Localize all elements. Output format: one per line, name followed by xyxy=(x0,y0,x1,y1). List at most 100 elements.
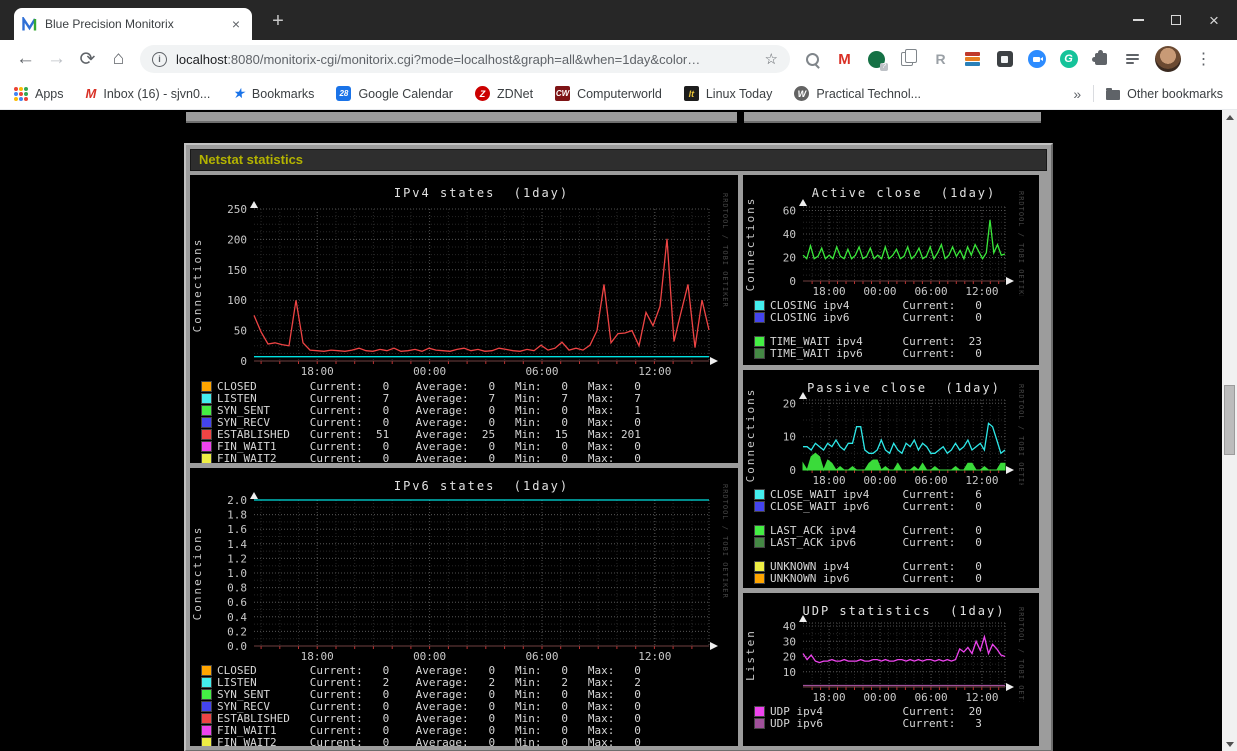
svg-text:1.6: 1.6 xyxy=(227,523,247,536)
svg-text:10: 10 xyxy=(783,666,796,679)
scrollbar-thumb[interactable] xyxy=(1224,385,1235,455)
other-bookmarks-label: Other bookmarks xyxy=(1127,86,1223,101)
legend-text: TIME_WAIT ipv6 Current: 0 xyxy=(770,346,982,360)
browser-menu-icon[interactable]: ⋮ xyxy=(1194,50,1213,69)
bookmark-linux-today[interactable]: lt Linux Today xyxy=(683,86,772,101)
window-maximize-icon[interactable] xyxy=(1165,9,1187,31)
search-extension-icon[interactable] xyxy=(803,50,822,69)
bookmark-google-calendar[interactable]: 28 Google Calendar xyxy=(336,86,453,101)
svg-text:00:00: 00:00 xyxy=(863,691,896,702)
gmail-extension-icon[interactable]: M xyxy=(835,50,854,69)
zoom-extension-icon[interactable] xyxy=(1027,50,1046,69)
svg-text:00:00: 00:00 xyxy=(863,474,896,485)
legend-row: SYN_SENT Current: 0 Average: 0 Min: 0 Ma… xyxy=(201,688,738,701)
svg-text:1.2: 1.2 xyxy=(227,552,247,565)
legend-row: LAST_ACK ipv4 Current: 0 xyxy=(754,524,1039,537)
legend-row: FIN_WAIT2 Current: 0 Average: 0 Min: 0 M… xyxy=(201,736,738,746)
scroll-down-icon[interactable] xyxy=(1222,737,1237,751)
legend-row: TIME_WAIT ipv6 Current: 0 xyxy=(754,346,1039,360)
legend-row: SYN_SENT Current: 0 Average: 0 Min: 0 Ma… xyxy=(201,404,738,417)
other-bookmarks[interactable]: Other bookmarks xyxy=(1106,87,1223,101)
address-bar[interactable]: i localhost:8080/monitorix-cgi/monitorix… xyxy=(140,45,790,73)
bookmark-apps[interactable]: Apps xyxy=(14,86,64,101)
bookmark-label: Computerworld xyxy=(577,86,662,101)
grammarly-extension-icon[interactable]: G xyxy=(1059,50,1078,69)
svg-text:RRDTOOL / TOBI OETIKER: RRDTOOL / TOBI OETIKER xyxy=(721,193,729,308)
tab-title: Blue Precision Monitorix xyxy=(45,17,174,31)
svg-text:200: 200 xyxy=(227,233,247,246)
url-text[interactable]: localhost:8080/monitorix-cgi/monitorix.c… xyxy=(176,52,700,67)
home-icon[interactable]: ⌂ xyxy=(103,45,134,73)
legend-text: CLOSE_WAIT ipv6 Current: 0 xyxy=(770,499,982,513)
vertical-scrollbar[interactable] xyxy=(1222,110,1237,751)
copy-extension-icon[interactable] xyxy=(899,49,918,69)
svg-text:100: 100 xyxy=(227,294,247,307)
bookmark-inbox[interactable]: M Inbox (16) - sjvn0... xyxy=(86,86,211,101)
svg-text:12:00: 12:00 xyxy=(638,365,671,377)
legend-row: UDP ipv4 Current: 20 xyxy=(754,705,1039,718)
legend-swatch xyxy=(201,428,212,440)
legend-gap xyxy=(743,323,1039,335)
section-title: Netstat statistics xyxy=(190,149,1047,171)
svg-text:RRDTOOL / TOBI OETIKER: RRDTOOL / TOBI OETIKER xyxy=(721,484,729,599)
legend-swatch xyxy=(201,712,212,724)
forward-icon[interactable]: → xyxy=(41,45,72,73)
apps-grid-icon xyxy=(14,86,28,101)
previous-table-cell xyxy=(186,112,737,123)
legend-row: FIN_WAIT1 Current: 0 Average: 0 Min: 0 M… xyxy=(201,724,738,737)
playlist-extension-icon[interactable] xyxy=(1123,50,1142,69)
r-extension-icon[interactable]: R xyxy=(931,50,950,69)
svg-text:0.0: 0.0 xyxy=(227,640,247,653)
tab-close-icon[interactable]: × xyxy=(228,16,244,32)
gmail-icon: M xyxy=(85,86,97,101)
svg-text:00:00: 00:00 xyxy=(413,365,446,377)
legend-text: CLOSING ipv6 Current: 0 xyxy=(770,310,982,324)
legend-swatch xyxy=(201,700,212,712)
reload-icon[interactable]: ⟳ xyxy=(72,45,103,73)
svg-text:IPv4 states (1day): IPv4 states (1day) xyxy=(394,186,569,200)
password-extension-icon[interactable] xyxy=(995,50,1014,69)
extensions-puzzle-icon[interactable] xyxy=(1091,50,1110,69)
svg-text:1.8: 1.8 xyxy=(227,509,247,522)
legend-swatch xyxy=(201,724,212,736)
svg-text:06:00: 06:00 xyxy=(525,650,558,661)
svg-text:0.8: 0.8 xyxy=(227,582,247,595)
udp-statistics-plot: UDP statistics (1day) Listen 10 20 30 40 18:00… xyxy=(744,604,1025,702)
svg-text:06:00: 06:00 xyxy=(915,474,948,485)
legend-swatch xyxy=(201,392,212,404)
wordpress-icon: W xyxy=(794,86,810,101)
legend-swatch xyxy=(754,560,765,572)
linux-today-icon: lt xyxy=(683,86,699,101)
new-tab-button[interactable]: + xyxy=(266,9,290,33)
graph-panel-ipv6-states: IPv6 states (1day) Connections 0.0 0.2 0.4 0.… xyxy=(190,468,738,746)
svg-text:18:00: 18:00 xyxy=(812,474,845,485)
legend-swatch xyxy=(754,572,765,584)
bookmark-label: Inbox (16) - sjvn0... xyxy=(103,86,211,101)
window-minimize-icon[interactable] xyxy=(1127,9,1149,31)
active-close-plot: Active close (1day) Connections 0 20 40 60 18:… xyxy=(744,186,1025,296)
bookmark-practical-technology[interactable]: W Practical Technol... xyxy=(794,86,921,101)
bookmark-star-icon[interactable]: ☆ xyxy=(765,50,778,68)
legend-row: CLOSE_WAIT ipv4 Current: 6 xyxy=(754,488,1039,501)
passive-close-legend: CLOSE_WAIT ipv4 Current: 6 CLOSE_WAIT ipv… xyxy=(743,488,1039,585)
bookmark-zdnet[interactable]: Z ZDNet xyxy=(474,86,533,101)
svg-text:20: 20 xyxy=(783,397,796,410)
feed-extension-icon[interactable]: ? xyxy=(867,50,888,71)
scroll-up-icon[interactable] xyxy=(1222,110,1237,124)
bookmark-bookmarks[interactable]: ★ Bookmarks xyxy=(232,85,314,102)
page-info-icon[interactable]: i xyxy=(152,51,167,67)
profile-avatar[interactable] xyxy=(1155,46,1181,72)
extension-row: M ? R G ⋮ xyxy=(803,46,1213,72)
window-close-icon[interactable]: × xyxy=(1203,9,1225,31)
legend-row: TIME_WAIT ipv4 Current: 23 xyxy=(754,335,1039,348)
browser-tab[interactable]: Blue Precision Monitorix × xyxy=(14,8,252,40)
books-extension-icon[interactable] xyxy=(963,50,982,69)
back-icon[interactable]: ← xyxy=(10,45,41,73)
bookmarks-overflow-icon[interactable]: » xyxy=(1073,86,1081,102)
legend-row: SYN_RECV Current: 0 Average: 0 Min: 0 Ma… xyxy=(201,700,738,713)
graph-panel-ipv4-states: IPv4 states (1day) Connections 0 50 100 150 20… xyxy=(190,175,738,463)
bookmark-computerworld[interactable]: CW Computerworld xyxy=(555,86,662,101)
tab-strip: Blue Precision Monitorix × + × xyxy=(0,0,1237,40)
svg-text:06:00: 06:00 xyxy=(525,365,558,377)
svg-text:20: 20 xyxy=(783,651,796,664)
